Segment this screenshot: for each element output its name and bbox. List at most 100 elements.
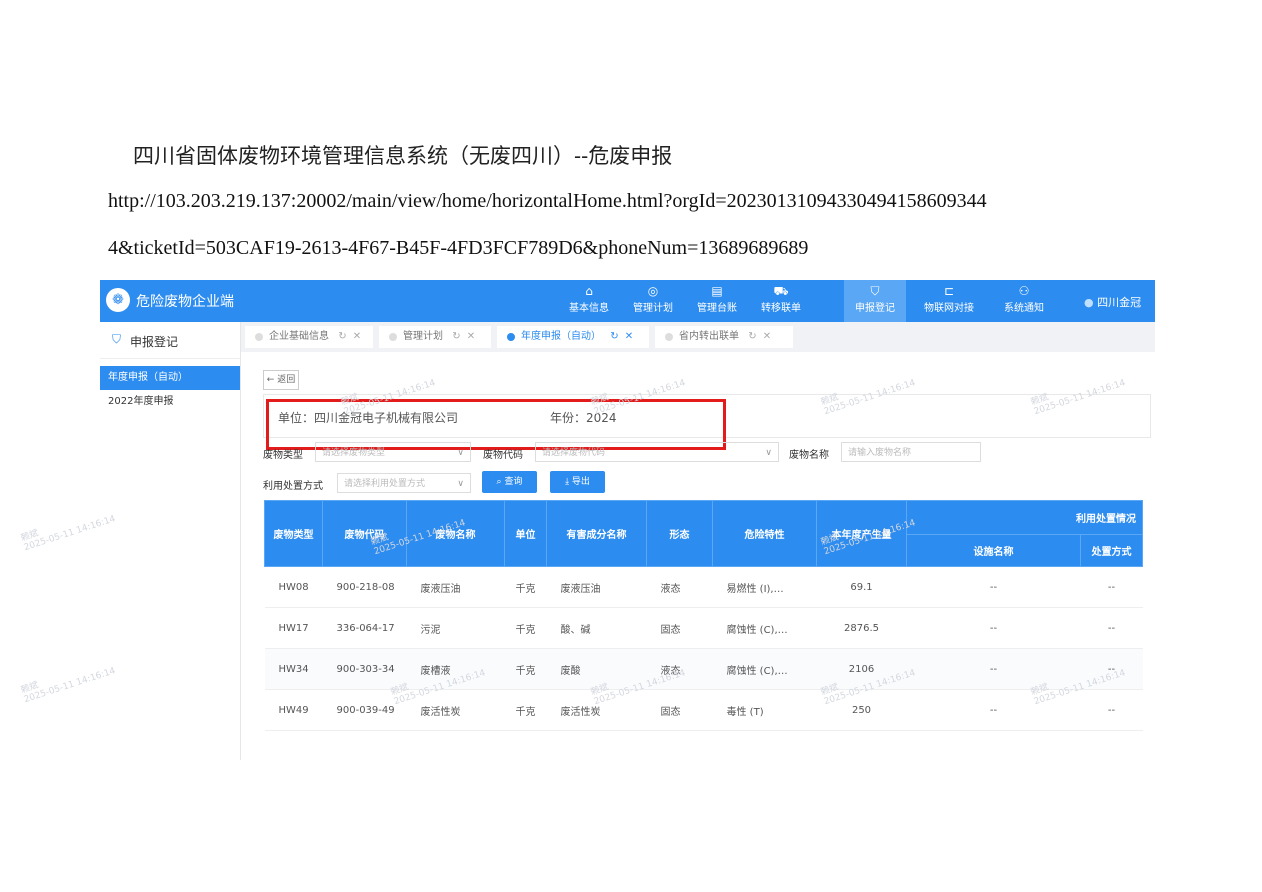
close-icon[interactable]: ✕ [353,331,361,342]
refresh-icon[interactable]: ↻ [338,331,346,342]
table-cell: 废活性炭 [546,689,647,731]
close-icon[interactable]: ✕ [467,331,475,342]
refresh-icon[interactable]: ↻ [452,331,460,342]
table-row: HW08 900-218-08 废液压油 千克 废液压油 液态 易燃性 (I),… [264,566,1143,608]
table-cell: -- [1080,648,1143,690]
column-header-hazardous-component: 有害成分名称 [546,500,647,567]
sidebar: ⛉ 申报登记 年度申报（自动） 2022年度申报 [100,322,241,760]
table-row: HW49 900-039-49 废活性炭 千克 废活性炭 固态 毒性 (T) 2… [264,689,1143,731]
waste-code-select[interactable]: 请选择废物代码 ∨ [535,442,779,462]
refresh-icon[interactable]: ↻ [610,331,618,342]
close-icon[interactable]: ✕ [763,331,771,342]
table-cell: HW34 [264,648,323,690]
column-header-disposal-method: 处置方式 [1080,534,1143,567]
table-cell: 千克 [504,648,547,690]
select-placeholder: 请选择废物代码 [542,448,606,458]
table-cell: 废液压油 [546,566,647,608]
table-cell: 900-039-49 [322,689,407,731]
nav-item-ledger[interactable]: ▤ 管理台账 [686,284,748,318]
table-cell: 250 [816,689,907,731]
nav-item-notifications[interactable]: ⚇ 系统通知 [993,284,1055,318]
query-button-label: 查询 [504,477,523,487]
nav-item-iot[interactable]: ⊏ 物联网对接 [918,284,980,318]
table-cell: HW49 [264,689,323,731]
document-title: 四川省固体废物环境管理信息系统（无废四川）--危废申报 [133,144,673,168]
table-cell: HW17 [264,607,323,649]
sidebar-header-label: 申报登记 [130,335,179,349]
table-cell: 液态 [646,566,713,608]
table-cell: 900-303-34 [322,648,407,690]
back-button[interactable]: ← 返回 [263,370,299,390]
nav-item-declaration[interactable]: ⛉ 申报登记 [844,280,906,322]
table-cell: 废酸 [546,648,647,690]
waste-type-select[interactable]: 请选择废物类型 ∨ [315,442,471,462]
select-placeholder: 请选择废物类型 [322,448,386,458]
table-cell: 336-064-17 [322,607,407,649]
emblem-icon: ❁ [106,288,130,312]
document-url-line-1: http://103.203.219.137:20002/main/view/h… [108,190,987,212]
column-header-waste-type: 废物类型 [264,500,323,567]
column-header-waste-name: 废物名称 [406,500,505,567]
table-cell: 液态 [646,648,713,690]
nav-item-label: 管理计划 [633,303,673,314]
table-cell: -- [1080,566,1143,608]
chevron-down-icon: ∨ [765,448,772,458]
table-cell: -- [1080,689,1143,731]
table-cell: 废活性炭 [406,689,505,731]
ledger-icon: ▤ [711,284,723,298]
nav-item-label: 系统通知 [1004,303,1044,314]
user-menu[interactable]: ● 四川金冠 [1084,294,1141,310]
table-cell: 千克 [504,566,547,608]
tab-provincial-transfer[interactable]: 省内转出联单 ↻ ✕ [655,326,793,348]
sidebar-header: ⛉ 申报登记 [100,322,240,359]
table-cell: 千克 [504,689,547,731]
table-cell: 毒性 (T) [712,689,817,731]
table-cell: -- [906,566,1081,608]
nav-item-basic-info[interactable]: ⌂ 基本信息 [558,284,620,318]
export-button[interactable]: ⤓ 导出 [550,471,605,493]
tab-bar: 企业基础信息 ↻ ✕ 管理计划 ↻ ✕ 年度申报（自动） ↻ ✕ 省内转出联单 … [241,322,1155,352]
building-icon: ⌂ [585,284,593,298]
disposal-method-select[interactable]: 请选择利用处置方式 ∨ [337,473,471,493]
close-icon[interactable]: ✕ [625,331,633,342]
status-dot [389,333,397,341]
query-button[interactable]: ⌕ 查询 [482,471,537,493]
user-name: 四川金冠 [1097,296,1142,309]
refresh-icon[interactable]: ↻ [748,331,756,342]
nav-item-label: 申报登记 [855,303,895,314]
nav-item-label: 物联网对接 [924,303,974,314]
input-placeholder: 请输入废物名称 [848,448,912,458]
waste-name-input[interactable]: 请输入废物名称 [841,442,981,462]
nav-item-label: 转移联单 [761,303,801,314]
link-icon: ⊏ [943,284,955,298]
sidebar-item-annual-auto[interactable]: 年度申报（自动） [100,366,240,390]
app-screenshot: ❁ 危险废物企业端 ⌂ 基本信息 ◎ 管理计划 ▤ 管理台账 ⛟ 转移联单 ⛉ … [100,280,1155,760]
truck-icon: ⛟ [773,284,789,298]
table-cell: 腐蚀性 (C),… [712,648,817,690]
users-icon: ⚇ [1018,284,1030,298]
tab-label: 企业基础信息 [269,331,329,342]
waste-type-label: 废物类型 [263,450,303,461]
sidebar-item-2022-annual[interactable]: 2022年度申报 [100,390,240,414]
nav-item-management-plan[interactable]: ◎ 管理计划 [622,284,684,318]
column-header-form: 形态 [646,500,713,567]
nav-item-label: 基本信息 [569,303,609,314]
tab-annual-declaration[interactable]: 年度申报（自动） ↻ ✕ [497,326,649,348]
export-button-label: 导出 [571,477,590,487]
status-dot [665,333,673,341]
status-dot [507,333,515,341]
table-cell: 2876.5 [816,607,907,649]
chevron-down-icon: ∨ [457,479,464,489]
column-header-annual-output: 本年度产生量 [816,500,907,567]
tab-management-plan[interactable]: 管理计划 ↻ ✕ [379,326,491,348]
table-cell: 固态 [646,689,713,731]
disposal-method-label: 利用处置方式 [263,481,323,492]
nav-item-label: 管理台账 [697,303,737,314]
nav-item-transfer-manifest[interactable]: ⛟ 转移联单 [750,284,812,318]
table-cell: 千克 [504,607,547,649]
table-cell: 废槽液 [406,648,505,690]
top-navigation-bar: ❁ 危险废物企业端 ⌂ 基本信息 ◎ 管理计划 ▤ 管理台账 ⛟ 转移联单 ⛉ … [100,280,1155,322]
table-cell: 固态 [646,607,713,649]
tab-enterprise-info[interactable]: 企业基础信息 ↻ ✕ [245,326,373,348]
table-cell: HW08 [264,566,323,608]
